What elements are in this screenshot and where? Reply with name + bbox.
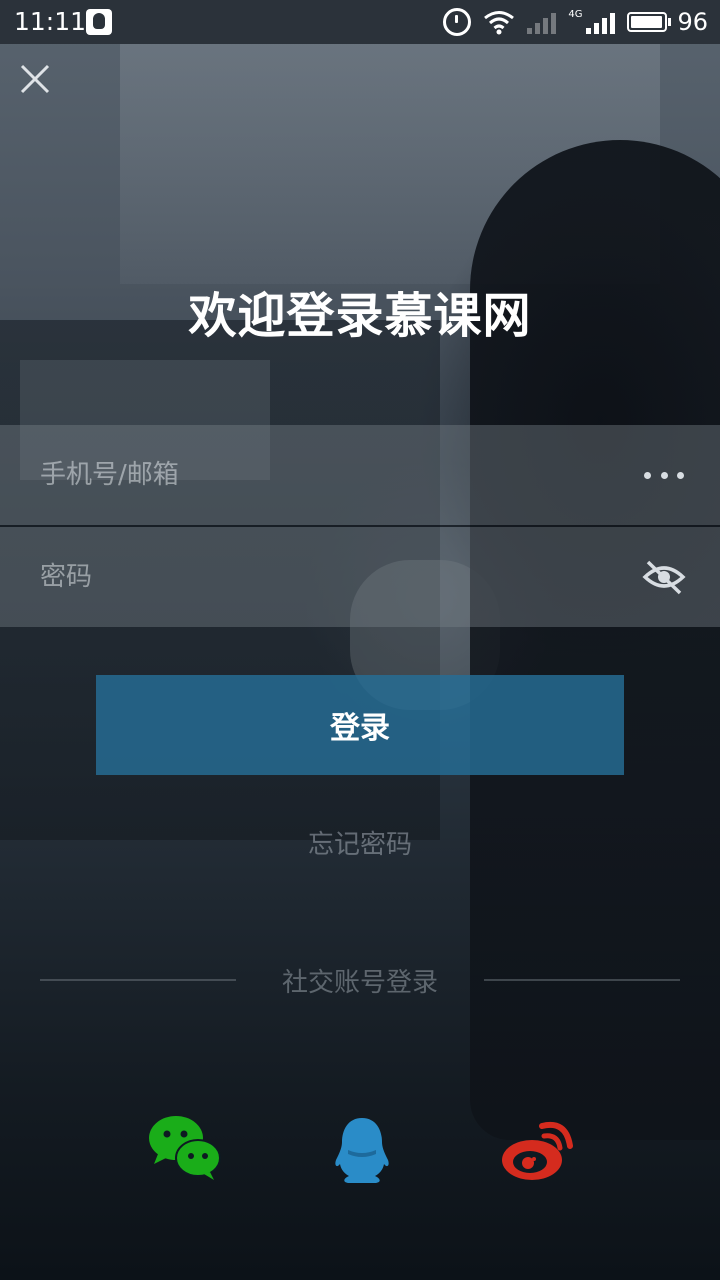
close-button[interactable] [16,60,56,100]
forgot-password-link[interactable]: 忘记密码 [0,824,720,861]
login-screen: 11:11 4G 96 欢迎登录慕课网 手机号/邮箱 登录 忘记密码 社交账号登… [0,0,720,1280]
status-time: 11:11 [14,7,87,36]
battery-icon: 96 [627,8,708,36]
qq-notification-icon [86,9,112,35]
wifi-icon [484,11,515,35]
weibo-icon[interactable] [498,1110,578,1190]
login-button[interactable]: 登录 [96,675,624,775]
network-type: 4G [568,8,583,20]
status-icons: 4G 96 [443,0,708,44]
status-bar: 11:11 4G 96 [0,0,720,44]
hide-password-icon[interactable] [642,557,686,597]
battery-level: 96 [677,8,708,36]
signal-sim2-icon [586,10,616,34]
wechat-icon[interactable] [146,1110,226,1190]
signal-sim1-icon [527,10,557,34]
phone-email-input[interactable] [40,425,600,525]
alarm-icon [443,8,472,36]
password-input[interactable] [40,527,600,627]
password-field [0,527,720,627]
more-options-icon[interactable] [644,461,684,489]
qq-icon[interactable] [322,1110,402,1190]
phone-email-field [0,425,720,525]
page-title: 欢迎登录慕课网 [188,288,532,344]
background-photo [0,0,720,1280]
close-icon [20,64,50,94]
social-divider-right [484,979,680,981]
